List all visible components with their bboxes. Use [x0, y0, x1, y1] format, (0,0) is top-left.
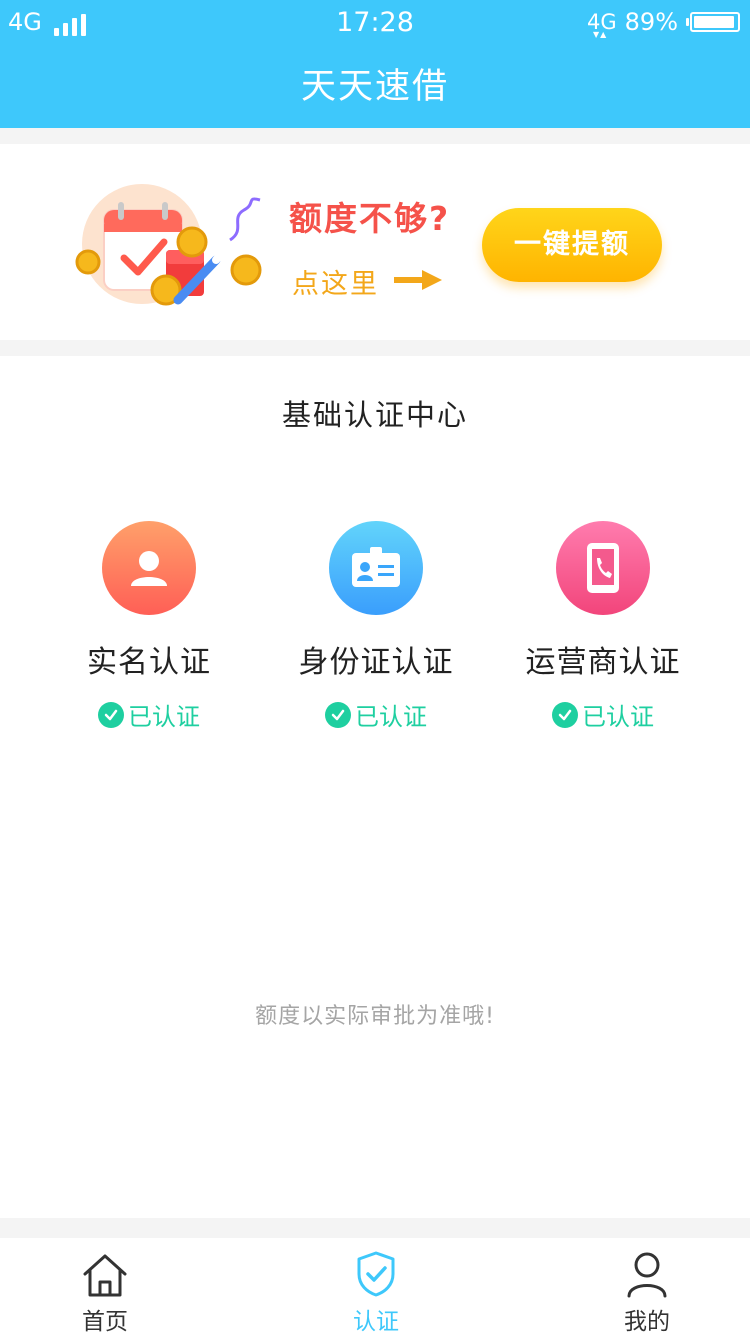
tab-label: 首页 — [82, 1309, 128, 1335]
home-icon — [35, 1248, 175, 1298]
check-circle-icon — [552, 701, 578, 728]
verify-item-label: 实名认证 — [87, 645, 211, 680]
realname-verify-item[interactable]: 实名认证 已认证 — [36, 521, 262, 732]
mobile-data-icon: 4G ▼▲ — [587, 10, 617, 39]
verified-label: 已认证 — [128, 703, 200, 731]
tab-home[interactable]: 首页 — [35, 1248, 175, 1336]
one-click-raise-button[interactable]: 一键提额 — [482, 208, 662, 282]
phone-icon — [556, 521, 650, 615]
verified-status: 已认证 — [36, 697, 262, 732]
battery-percent: 89% — [624, 8, 678, 36]
verified-status: 已认证 — [490, 697, 716, 732]
carrier-verify-item[interactable]: 运营商认证 已认证 — [490, 521, 716, 732]
tab-label: 我的 — [624, 1309, 670, 1335]
person-icon — [102, 521, 196, 615]
verify-item-label: 运营商认证 — [525, 645, 681, 680]
page-title: 天天速借 — [300, 67, 449, 107]
check-circle-icon — [98, 701, 124, 728]
limit-raise-banner[interactable]: 额度不够? 点这里 一键提额 — [0, 144, 750, 340]
check-circle-icon — [325, 701, 351, 728]
bottom-tab-bar: 首页 认证 我的 — [0, 1238, 750, 1336]
tab-label: 认证 — [353, 1309, 399, 1335]
verified-label: 已认证 — [582, 703, 654, 731]
id-card-icon — [329, 521, 423, 615]
user-icon — [577, 1248, 717, 1298]
app-header: 4G 17:28 4G ▼▲ 89% 天天速借 — [0, 0, 750, 128]
calendar-coins-illustration — [75, 184, 262, 306]
verify-item-label: 身份证认证 — [298, 645, 454, 680]
status-right: 4G ▼▲ 89% — [587, 8, 740, 39]
verification-center: 基础认证中心 实名认证 已认证 身份证认证 已认证 运营商认证 已认证 额度以实… — [0, 356, 750, 1218]
status-bar: 4G 17:28 4G ▼▲ 89% — [0, 0, 750, 44]
section-title: 基础认证中心 — [281, 398, 468, 432]
tab-verify[interactable]: 认证 — [306, 1248, 446, 1336]
battery-icon — [686, 12, 740, 32]
shield-check-icon — [306, 1248, 446, 1298]
limit-question-text: 额度不够? — [289, 199, 451, 238]
tab-profile[interactable]: 我的 — [577, 1248, 717, 1336]
idcard-verify-item[interactable]: 身份证认证 已认证 — [263, 521, 489, 732]
arrow-right-icon — [394, 270, 442, 290]
verified-label: 已认证 — [355, 703, 427, 731]
click-here-text: 点这里 — [292, 269, 379, 300]
approval-note: 额度以实际审批为准哦! — [255, 1004, 495, 1029]
verified-status: 已认证 — [263, 697, 489, 732]
